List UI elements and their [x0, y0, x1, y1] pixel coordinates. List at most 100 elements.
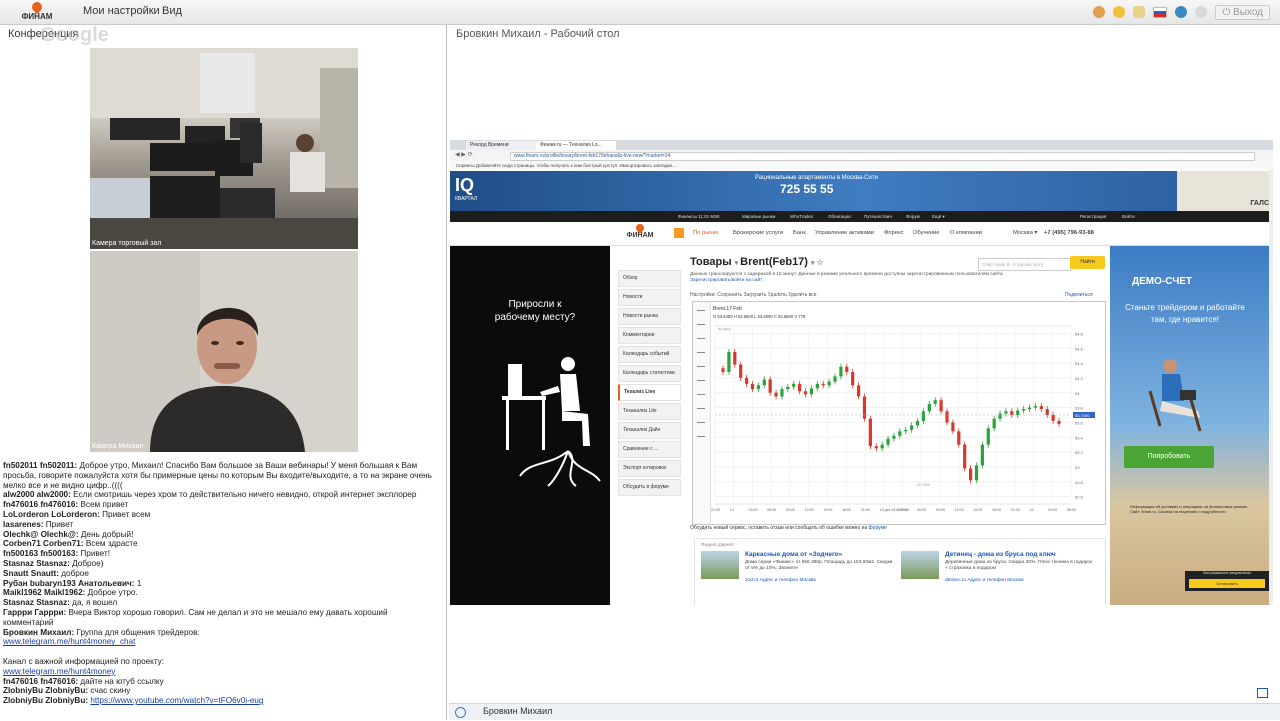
site-menu-item[interactable]: Обучение: [913, 230, 940, 236]
demo-account-ad[interactable]: ДЕМО-СЧЕТ Станьте трейдером и работайте …: [1110, 246, 1273, 605]
menu-view[interactable]: Вид: [162, 5, 182, 17]
candle-body: [892, 435, 896, 439]
side-menu-item[interactable]: Новости: [618, 289, 681, 306]
topnav-item[interactable]: WhoTrades: [790, 211, 813, 222]
yandex-ad[interactable]: Каркасные дома от «Зодчего» Дома серии «…: [701, 551, 896, 591]
chat-text: Доброе утро.: [87, 588, 138, 598]
side-menu-item[interactable]: Теханализ Lite: [618, 403, 681, 420]
site-menu-item[interactable]: По рынке: [693, 230, 718, 236]
stop-button[interactable]: Остановить: [1189, 579, 1265, 588]
russian-flag-icon[interactable]: [1153, 6, 1168, 18]
x-tick-label: 03:00: [748, 508, 757, 512]
side-menu-item[interactable]: Техализ Live: [618, 384, 681, 401]
topnav-item[interactable]: Мировые рынки: [742, 211, 775, 222]
site-menu-item[interactable]: О компании: [950, 230, 982, 236]
side-menu-item[interactable]: Календарь событий: [618, 346, 681, 363]
topnav-item[interactable]: Форум: [906, 211, 920, 222]
chat-text: Привет!: [80, 549, 110, 559]
candle-body: [974, 465, 979, 481]
chat-author: Maikl1962 Maikl1962:: [3, 588, 86, 598]
iq-logo: IQ КВАРТАЛ: [455, 175, 490, 207]
ad-domain[interactable]: detinec.ru Адрес и телефон Москва: [945, 578, 1095, 584]
camera-label: Камера Михаил: [92, 443, 144, 450]
ad-title[interactable]: Детинец - дома из бруса под ключ: [945, 551, 1056, 558]
candle-body: [1004, 411, 1008, 414]
skype-icon[interactable]: [1175, 6, 1188, 18]
try-button[interactable]: Попробовать: [1124, 446, 1214, 468]
chat-link[interactable]: www.telegram.me/hunt4money: [3, 667, 115, 676]
url-field[interactable]: www.finam.ru/profile/tovary/brent-feb17/…: [510, 152, 1255, 161]
nav-arrows-icon[interactable]: ◀ ▶ ⟳: [455, 151, 473, 158]
topnav-item[interactable]: Путешествия: [864, 211, 892, 222]
side-menu-item[interactable]: Теханализ Дайн: [618, 422, 681, 439]
folder-icon[interactable]: [1133, 6, 1146, 18]
forum-link[interactable]: форуме: [869, 525, 887, 531]
y-tick-label: 52.8: [1075, 480, 1084, 485]
browser-tab-active[interactable]: Финам.ru — Технализ Lo...: [536, 141, 616, 150]
candlestick-chart[interactable]: 54.8 54.6 54.4 54.2 54 53.8 53.6 53.4 53.2 53 52.8…: [693, 302, 1105, 524]
candle-body: [786, 386, 790, 390]
finam-site-logo[interactable]: ФИНАМ: [620, 222, 660, 239]
ad-domain[interactable]: zod.ru Адрес и телефон Москва: [745, 578, 895, 584]
chart-annotation: 54.8600: [718, 327, 731, 331]
category-title[interactable]: Товары: [690, 256, 732, 268]
site-menu-item[interactable]: Форекс: [884, 230, 904, 236]
left-ad[interactable]: Приросли к рабочему месту?: [450, 246, 610, 605]
chat-log[interactable]: fn502011 fn502011: Доброе утро, Михаил! …: [3, 461, 439, 721]
topnav-item[interactable]: Регистрация: [1080, 211, 1106, 222]
ad-title[interactable]: Каркасные дома от «Зодчего»: [745, 551, 842, 558]
presenter-image: [90, 251, 358, 452]
search-button[interactable]: Найти: [1070, 256, 1105, 269]
instrument-name[interactable]: Brent(Feb17): [740, 256, 808, 268]
share-link[interactable]: Поделиться: [1065, 292, 1093, 298]
chat-text: Если смотришь через хром то действительн…: [73, 490, 417, 500]
price-chart[interactable]: 54.8 54.6 54.4 54.2 54 53.8 53.6 53.4 53.2 53 52.8…: [692, 301, 1106, 525]
side-menu-item[interactable]: Новости рынка: [618, 308, 681, 325]
chat-text: Привет всем: [102, 509, 151, 519]
viewer-icon[interactable]: [455, 707, 466, 718]
expand-icon[interactable]: [1257, 688, 1268, 698]
chat-link[interactable]: www.telegram.me/hunt4money_chat: [3, 637, 135, 646]
topnav-item[interactable]: Финансы 11:01 МSК: [678, 211, 720, 222]
candle-body: [951, 422, 955, 432]
topnav-item[interactable]: Ещё ▾: [932, 211, 945, 222]
site-search-input[interactable]: Сбер Apple $ - в одном порту: [978, 258, 1071, 271]
side-menu-item[interactable]: Календарь статистики: [618, 365, 681, 382]
chart-settings[interactable]: Настройки: Сохранить Загрузить Удалить У…: [690, 292, 817, 298]
side-menu-item[interactable]: Обсудить в форуме: [618, 479, 681, 496]
yandex-ad[interactable]: Детинец - дома из бруса под ключ Деревян…: [901, 551, 1096, 591]
side-menu-item[interactable]: Экспорт котировок: [618, 460, 681, 477]
chat-author: fn476016 fn476016:: [3, 500, 79, 510]
chat-link[interactable]: https://www.youtube.com/watch?v=tFO6v0i-…: [90, 696, 263, 705]
candle-body: [827, 381, 831, 386]
topnav-item[interactable]: Облигации: [828, 211, 851, 222]
site-menu-item[interactable]: Управление активами: [815, 230, 874, 236]
help-icon[interactable]: [1195, 6, 1208, 18]
browser-tab[interactable]: Рекорд Времени: [466, 141, 536, 150]
candle-body: [1057, 420, 1061, 424]
site-menu-item[interactable]: Брокерские услуги: [733, 230, 783, 236]
side-menu-item[interactable]: Обзор: [618, 270, 681, 287]
x-tick-label: 14: [730, 508, 734, 512]
chat-text: Всем здрасте: [85, 539, 138, 549]
side-menu-item[interactable]: Сравнение с ...: [618, 441, 681, 458]
smile-icon[interactable]: [1113, 6, 1126, 18]
finam-logo[interactable]: ФИНАМ: [18, 0, 56, 24]
menu-my-settings[interactable]: Мои настройки: [83, 5, 160, 17]
candle-body: [980, 444, 984, 466]
topnav-item[interactable]: Войти: [1122, 211, 1135, 222]
chat-message: lasarenes: Привет: [3, 520, 439, 530]
side-menu-item[interactable]: Комментарии: [618, 327, 681, 344]
candle-body: [862, 396, 867, 419]
register-link[interactable]: Зарегистрировать/войти на сайт: [690, 278, 762, 283]
candle-body: [845, 366, 849, 372]
region-select[interactable]: Москва ▾: [1013, 230, 1037, 236]
chat-author: Бровкин Михаил:: [3, 627, 75, 637]
star-icon[interactable]: ☆: [817, 258, 824, 267]
iq-banner[interactable]: IQ КВАРТАЛ Рациональные апартаменты в Мос…: [450, 171, 1273, 211]
page-scrollbar[interactable]: [1269, 170, 1273, 605]
x-tick-label: 16: [1030, 508, 1034, 512]
hand-icon[interactable]: [1093, 6, 1106, 18]
site-menu-item[interactable]: Банк: [793, 230, 806, 236]
logout-button[interactable]: ⏻ Выход: [1215, 4, 1270, 20]
